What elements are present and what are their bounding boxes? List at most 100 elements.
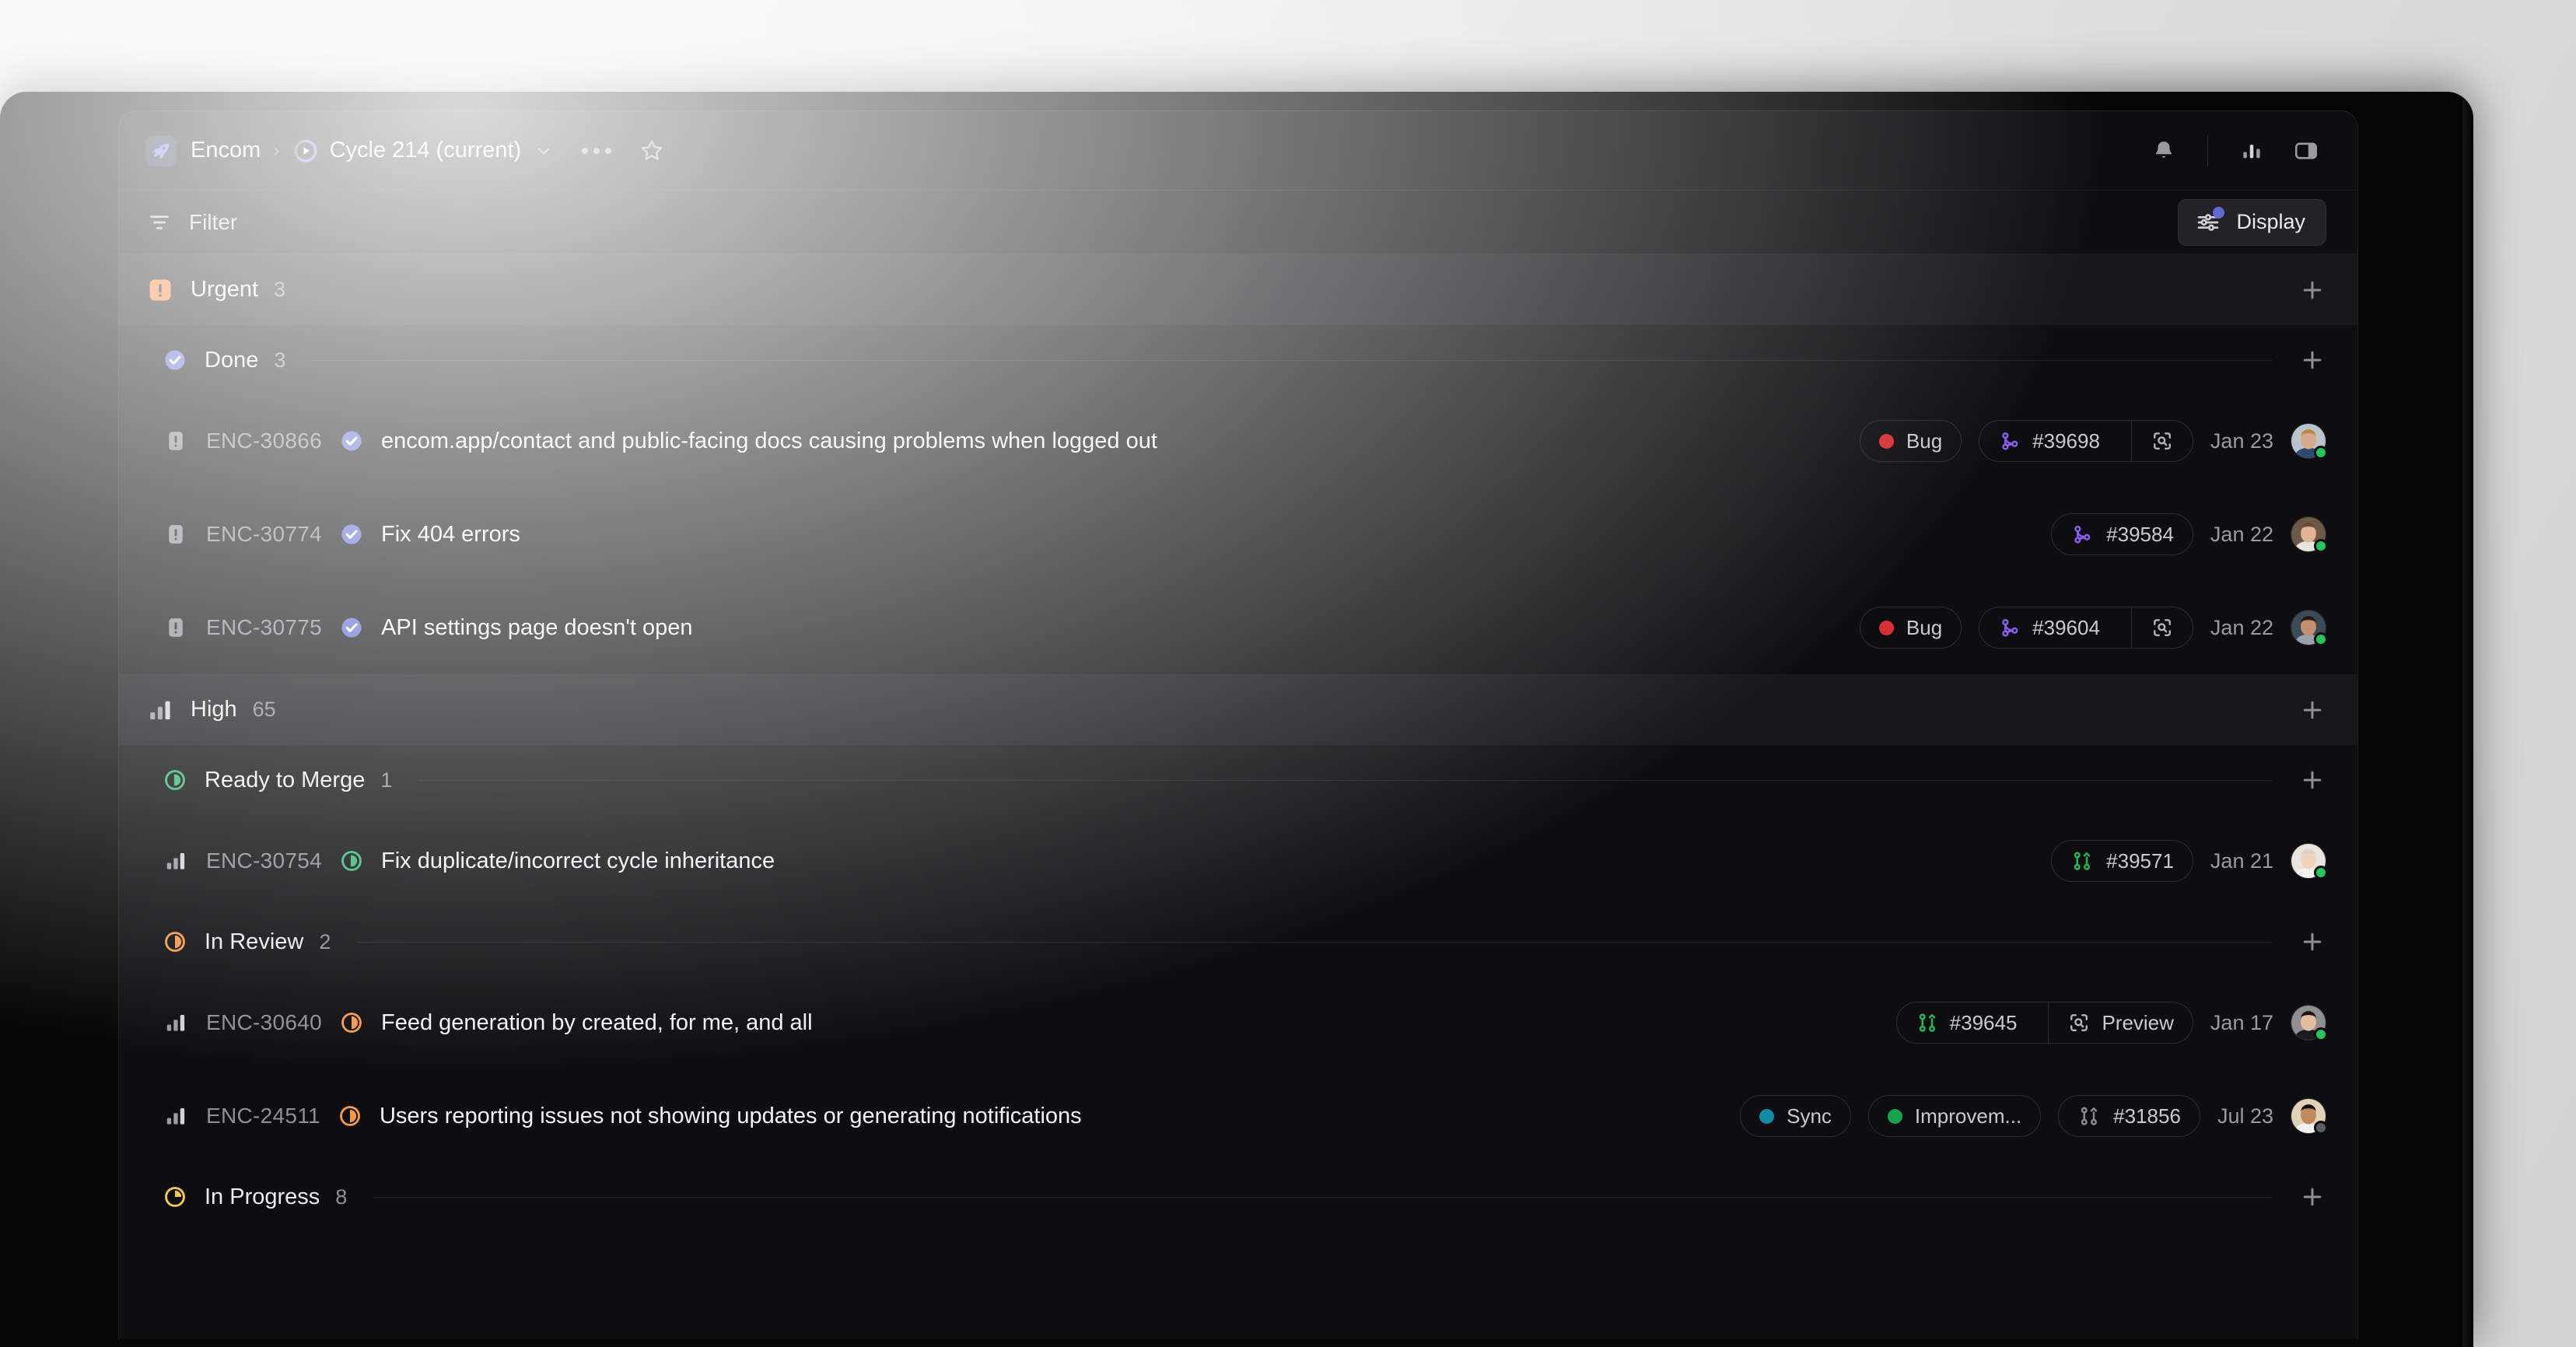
status-section-label: In Review [205,929,304,954]
status-section-count: 2 [319,929,331,953]
more-options-button[interactable] [582,147,612,154]
insights-button[interactable] [2231,133,2272,169]
issue-meta: #39571 Jan 21 [2051,840,2328,882]
bar-chart-icon [2243,144,2260,158]
issue-identifier: ENC-30754 [206,848,323,873]
issue-title: API settings page doesn't open [381,614,693,640]
add-issue-button[interactable] [2298,1183,2326,1211]
label-color-dot [1878,620,1894,635]
issue-meta: Sync Improvem... #31856 Jul 23 [1740,1095,2328,1137]
issue-label-text: Improvem... [1914,1104,2022,1128]
label-color-dot [1759,1108,1775,1124]
status-ready-icon [341,851,362,871]
priority-urgent-small-icon [169,618,183,637]
issue-priority-icon-wrap[interactable] [163,1104,189,1128]
filter-toolbar: Filter Display [119,191,2357,254]
issue-status-icon-wrap[interactable] [338,1104,362,1128]
pull-request-pill[interactable]: #39698 [1979,420,2193,462]
breadcrumb-cycle-group[interactable]: Cycle 214 (current) [292,138,521,164]
issue-label-pill[interactable]: Sync [1740,1095,1851,1137]
workspace-logo[interactable] [145,135,177,166]
toggle-sidebar-button[interactable] [2286,133,2326,169]
pull-request-pill[interactable]: #31856 [2058,1095,2200,1137]
issue-label-pill[interactable]: Improvem... [1867,1095,2042,1137]
priority-group-header[interactable]: Urgent 3 [119,254,2357,326]
preview-segment[interactable]: Preview [2048,1002,2192,1043]
preview-segment[interactable] [2130,607,2193,648]
issue-priority-icon-wrap[interactable] [163,849,189,873]
add-issue-button[interactable] [2298,346,2326,374]
issue-row[interactable]: ENC-30775 API settings page doesn't open… [119,581,2357,674]
scan-icon [2153,619,2171,636]
breadcrumb-workspace[interactable]: Encom [191,138,261,163]
add-issue-button[interactable] [2298,696,2326,724]
pull-request-segment[interactable]: #39698 [1979,421,2119,461]
status-section-header[interactable]: In Review 2 [119,908,2357,976]
preview-segment[interactable] [2130,421,2193,461]
add-issue-button[interactable] [2298,276,2326,304]
plus-icon [2303,701,2322,719]
breadcrumb-dropdown[interactable] [534,141,554,161]
issue-row[interactable]: ENC-30640 Feed generation by created, fo… [119,976,2357,1069]
pull-request-pill[interactable]: #39604 [1979,607,2193,649]
issue-status-icon-wrap[interactable] [339,522,364,547]
section-divider [418,779,2272,781]
status-section-header[interactable]: Done 3 [119,326,2357,394]
add-issue-button[interactable] [2298,766,2326,794]
status-section-header[interactable]: In Progress 8 [119,1163,2357,1231]
issue-row[interactable]: ENC-30774 Fix 404 errors #39584 Jan 22 [119,488,2357,581]
avatar-status-dot [2314,1121,2328,1135]
pull-request-segment[interactable]: #39645 [1897,1002,2036,1043]
notifications-button[interactable] [2144,133,2184,169]
priority-group-count: 65 [252,698,276,721]
issue-title: Feed generation by created, for me, and … [381,1009,813,1035]
avatar[interactable] [2291,843,2328,880]
star-icon [641,139,663,160]
breadcrumb: Encom › Cycle 214 (current) [145,133,2144,169]
status-in-progress-icon [165,1187,185,1207]
avatar[interactable] [2291,1005,2328,1041]
issue-row[interactable]: ENC-24511 Users reporting issues not sho… [119,1069,2357,1163]
display-button[interactable]: Display [2178,198,2326,246]
status-in-review-icon [341,1013,362,1033]
status-done-icon [341,431,362,451]
issue-priority-icon-wrap[interactable] [163,429,189,453]
issue-list: Urgent 3 Done 3 ENC-30866 encom.app/cont… [119,254,2357,1231]
status-section-header[interactable]: Ready to Merge 1 [119,746,2357,814]
issue-identifier: ENC-30775 [206,615,323,639]
priority-high-small-icon [166,1108,185,1125]
pull-request-pill[interactable]: #39571 [2051,840,2193,882]
avatar-status-dot [2314,539,2328,553]
pull-request-pill[interactable]: #39645 Preview [1895,1002,2193,1044]
priority-group-header[interactable]: High 65 [119,674,2357,746]
pull-request-pill[interactable]: #39584 [2051,513,2193,555]
issue-priority-icon-wrap[interactable] [163,1011,189,1034]
avatar[interactable] [2291,1098,2328,1135]
git-pull-request-icon [1919,1013,1935,1032]
issue-priority-icon-wrap[interactable] [163,616,189,639]
pull-request-segment[interactable]: #39604 [1979,607,2119,648]
issue-row[interactable]: ENC-30754 Fix duplicate/incorrect cycle … [119,814,2357,908]
issue-row[interactable]: ENC-30866 encom.app/contact and public-f… [119,394,2357,488]
bell-icon [2155,141,2172,158]
avatar[interactable] [2291,423,2328,460]
filter-button[interactable]: Filter [147,210,237,235]
issue-status-icon-wrap[interactable] [339,429,364,453]
issue-date: Jan 22 [2210,522,2273,546]
avatar[interactable] [2291,516,2328,553]
git-merge-icon [2002,618,2018,637]
avatar-status-dot [2314,1027,2328,1041]
add-issue-button[interactable] [2298,928,2326,956]
scan-icon [2070,1014,2088,1031]
issue-priority-icon-wrap[interactable] [163,523,189,546]
pull-request-number: #31856 [2113,1104,2181,1128]
issue-status-icon-wrap[interactable] [339,1010,364,1035]
issue-date: Jan 22 [2210,615,2273,639]
favorite-button[interactable] [632,133,672,169]
issue-label-pill[interactable]: Bug [1859,607,1962,649]
issue-status-icon-wrap[interactable] [339,615,364,640]
issue-status-icon-wrap[interactable] [339,848,364,873]
issue-label-pill[interactable]: Bug [1859,420,1962,462]
preview-label: Preview [2102,1010,2174,1034]
avatar[interactable] [2291,610,2328,646]
